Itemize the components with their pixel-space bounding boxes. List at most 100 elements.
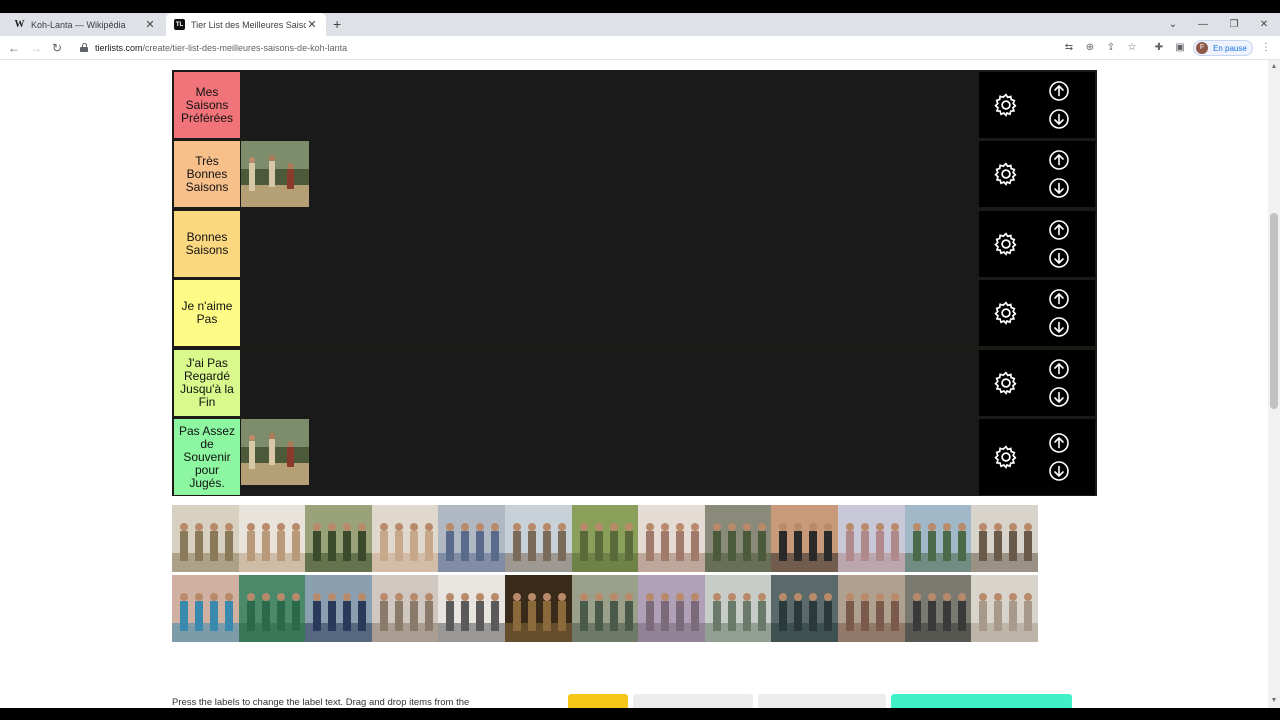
arrow-down-circle-icon[interactable] (1048, 386, 1070, 408)
tab-tierlist[interactable]: TL Tier List des Meilleures Saisons d ✕ (166, 13, 326, 36)
season-thumbnail[interactable] (838, 575, 905, 642)
yellow-button[interactable] (568, 694, 628, 708)
season-thumbnail[interactable] (172, 505, 239, 572)
season-thumbnail[interactable] (571, 505, 639, 572)
season-thumbnail[interactable] (371, 575, 439, 642)
season-thumbnail[interactable] (505, 575, 572, 642)
gear-icon[interactable] (993, 444, 1019, 470)
gear-icon[interactable] (993, 370, 1019, 396)
season-thumbnail[interactable] (771, 575, 839, 642)
tier-controls (979, 72, 1095, 138)
arrow-up-circle-icon[interactable] (1048, 149, 1070, 171)
scroll-down-icon[interactable]: ▼ (1268, 696, 1280, 706)
bookmark-star-icon[interactable]: ☆ (1124, 36, 1140, 60)
gear-icon[interactable] (993, 300, 1019, 326)
season-thumbnail[interactable] (371, 505, 439, 572)
forward-arrow-icon[interactable]: → (27, 36, 45, 60)
window-close-icon[interactable]: ✕ (1254, 13, 1274, 36)
tier-item-image[interactable] (241, 141, 309, 207)
arrow-up-circle-icon[interactable] (1048, 432, 1070, 454)
reload-icon[interactable]: ↻ (48, 36, 66, 60)
tier-dropzone[interactable] (241, 141, 978, 207)
season-thumbnail[interactable] (704, 505, 772, 572)
back-arrow-icon[interactable]: ← (5, 36, 23, 60)
profile-button[interactable]: F En pause (1193, 40, 1253, 56)
arrow-up-circle-icon[interactable] (1048, 358, 1070, 380)
arrow-up-circle-icon[interactable] (1048, 80, 1070, 102)
season-thumbnail[interactable] (305, 505, 373, 572)
season-thumbnail[interactable] (438, 505, 506, 572)
gear-icon[interactable] (993, 231, 1019, 257)
arrow-down-circle-icon[interactable] (1048, 247, 1070, 269)
browser-toolbar: ← → ↻ tierlists.com/create/tier-list-des… (0, 36, 1280, 60)
lock-icon (80, 43, 88, 52)
season-thumbnail[interactable] (638, 505, 706, 572)
tier-controls (979, 419, 1095, 495)
tier-dropzone[interactable] (241, 211, 978, 277)
address-bar[interactable]: tierlists.com/create/tier-list-des-meill… (95, 36, 347, 60)
zoom-icon[interactable]: ⊕ (1082, 36, 1098, 60)
arrow-up-circle-icon[interactable] (1048, 288, 1070, 310)
season-thumbnail[interactable] (305, 575, 373, 642)
arrow-down-circle-icon[interactable] (1048, 460, 1070, 482)
tier-controls (979, 211, 1095, 277)
tab-wikipedia[interactable]: W Koh-Lanta — Wikipédia ✕ (6, 13, 164, 36)
arrow-down-circle-icon[interactable] (1048, 177, 1070, 199)
season-thumbnail[interactable] (904, 575, 972, 642)
tier-controls (979, 141, 1095, 207)
gray-button-1[interactable] (633, 694, 753, 708)
instructions-text: Press the labels to change the label tex… (172, 697, 470, 708)
tier-label[interactable]: Je n'aime Pas (174, 280, 240, 346)
gray-button-2[interactable] (758, 694, 886, 708)
restore-icon[interactable]: ❐ (1224, 13, 1244, 36)
tier-label[interactable]: Mes Saisons Préférées (174, 72, 240, 138)
season-thumbnail[interactable] (771, 505, 839, 572)
unranked-items-pool (172, 505, 1040, 643)
close-icon[interactable]: ✕ (144, 18, 156, 31)
page-scrollbar[interactable]: ▲ ▼ (1268, 60, 1280, 708)
gear-icon[interactable] (993, 92, 1019, 118)
share-icon[interactable]: ⇪ (1103, 36, 1119, 60)
season-thumbnail[interactable] (838, 505, 905, 572)
browser-menu-icon[interactable]: ⋮ (1258, 36, 1274, 60)
close-icon[interactable]: ✕ (306, 18, 318, 31)
season-thumbnail[interactable] (505, 505, 572, 572)
teal-button[interactable] (891, 694, 1072, 708)
season-thumbnail[interactable] (638, 575, 706, 642)
avatar: F (1196, 42, 1208, 54)
tab-search-icon[interactable]: ⌄ (1163, 13, 1183, 36)
tier-dropzone[interactable] (241, 72, 978, 138)
minimize-icon[interactable]: — (1193, 13, 1213, 36)
side-panel-icon[interactable]: ▣ (1172, 36, 1188, 60)
season-thumbnail[interactable] (971, 575, 1039, 642)
tier-label[interactable]: Bonnes Saisons (174, 211, 240, 277)
season-thumbnail[interactable] (238, 575, 306, 642)
screen-top-border (0, 0, 1280, 13)
tier-label[interactable]: J'ai Pas Regardé Jusqu'à la Fin (174, 350, 240, 416)
extensions-puzzle-icon[interactable]: ✚ (1151, 36, 1167, 60)
arrow-down-circle-icon[interactable] (1048, 316, 1070, 338)
arrow-down-circle-icon[interactable] (1048, 108, 1070, 130)
tier-list: Mes Saisons Préférées Très Bonnes Saisons… (172, 70, 1097, 496)
tier-dropzone[interactable] (241, 419, 978, 495)
scroll-up-icon[interactable]: ▲ (1268, 62, 1280, 72)
profile-status: En pause (1213, 43, 1247, 53)
new-tab-button[interactable]: + (333, 13, 341, 36)
arrow-up-circle-icon[interactable] (1048, 219, 1070, 241)
season-thumbnail[interactable] (238, 505, 306, 572)
scrollbar-thumb[interactable] (1270, 213, 1278, 409)
tierlists-favicon-icon: TL (174, 19, 185, 30)
tier-label[interactable]: Pas Assez de Souvenir pour Jugés. (174, 419, 240, 495)
gear-icon[interactable] (993, 161, 1019, 187)
tier-dropzone[interactable] (241, 280, 978, 346)
season-thumbnail[interactable] (571, 575, 639, 642)
season-thumbnail[interactable] (172, 575, 239, 642)
season-thumbnail[interactable] (971, 505, 1039, 572)
season-thumbnail[interactable] (904, 505, 972, 572)
tier-label[interactable]: Très Bonnes Saisons (174, 141, 240, 207)
season-thumbnail[interactable] (438, 575, 506, 642)
tier-dropzone[interactable] (241, 350, 978, 416)
translate-icon[interactable]: ⇆ (1061, 36, 1077, 60)
season-thumbnail[interactable] (704, 575, 772, 642)
tier-item-image[interactable] (241, 419, 309, 495)
